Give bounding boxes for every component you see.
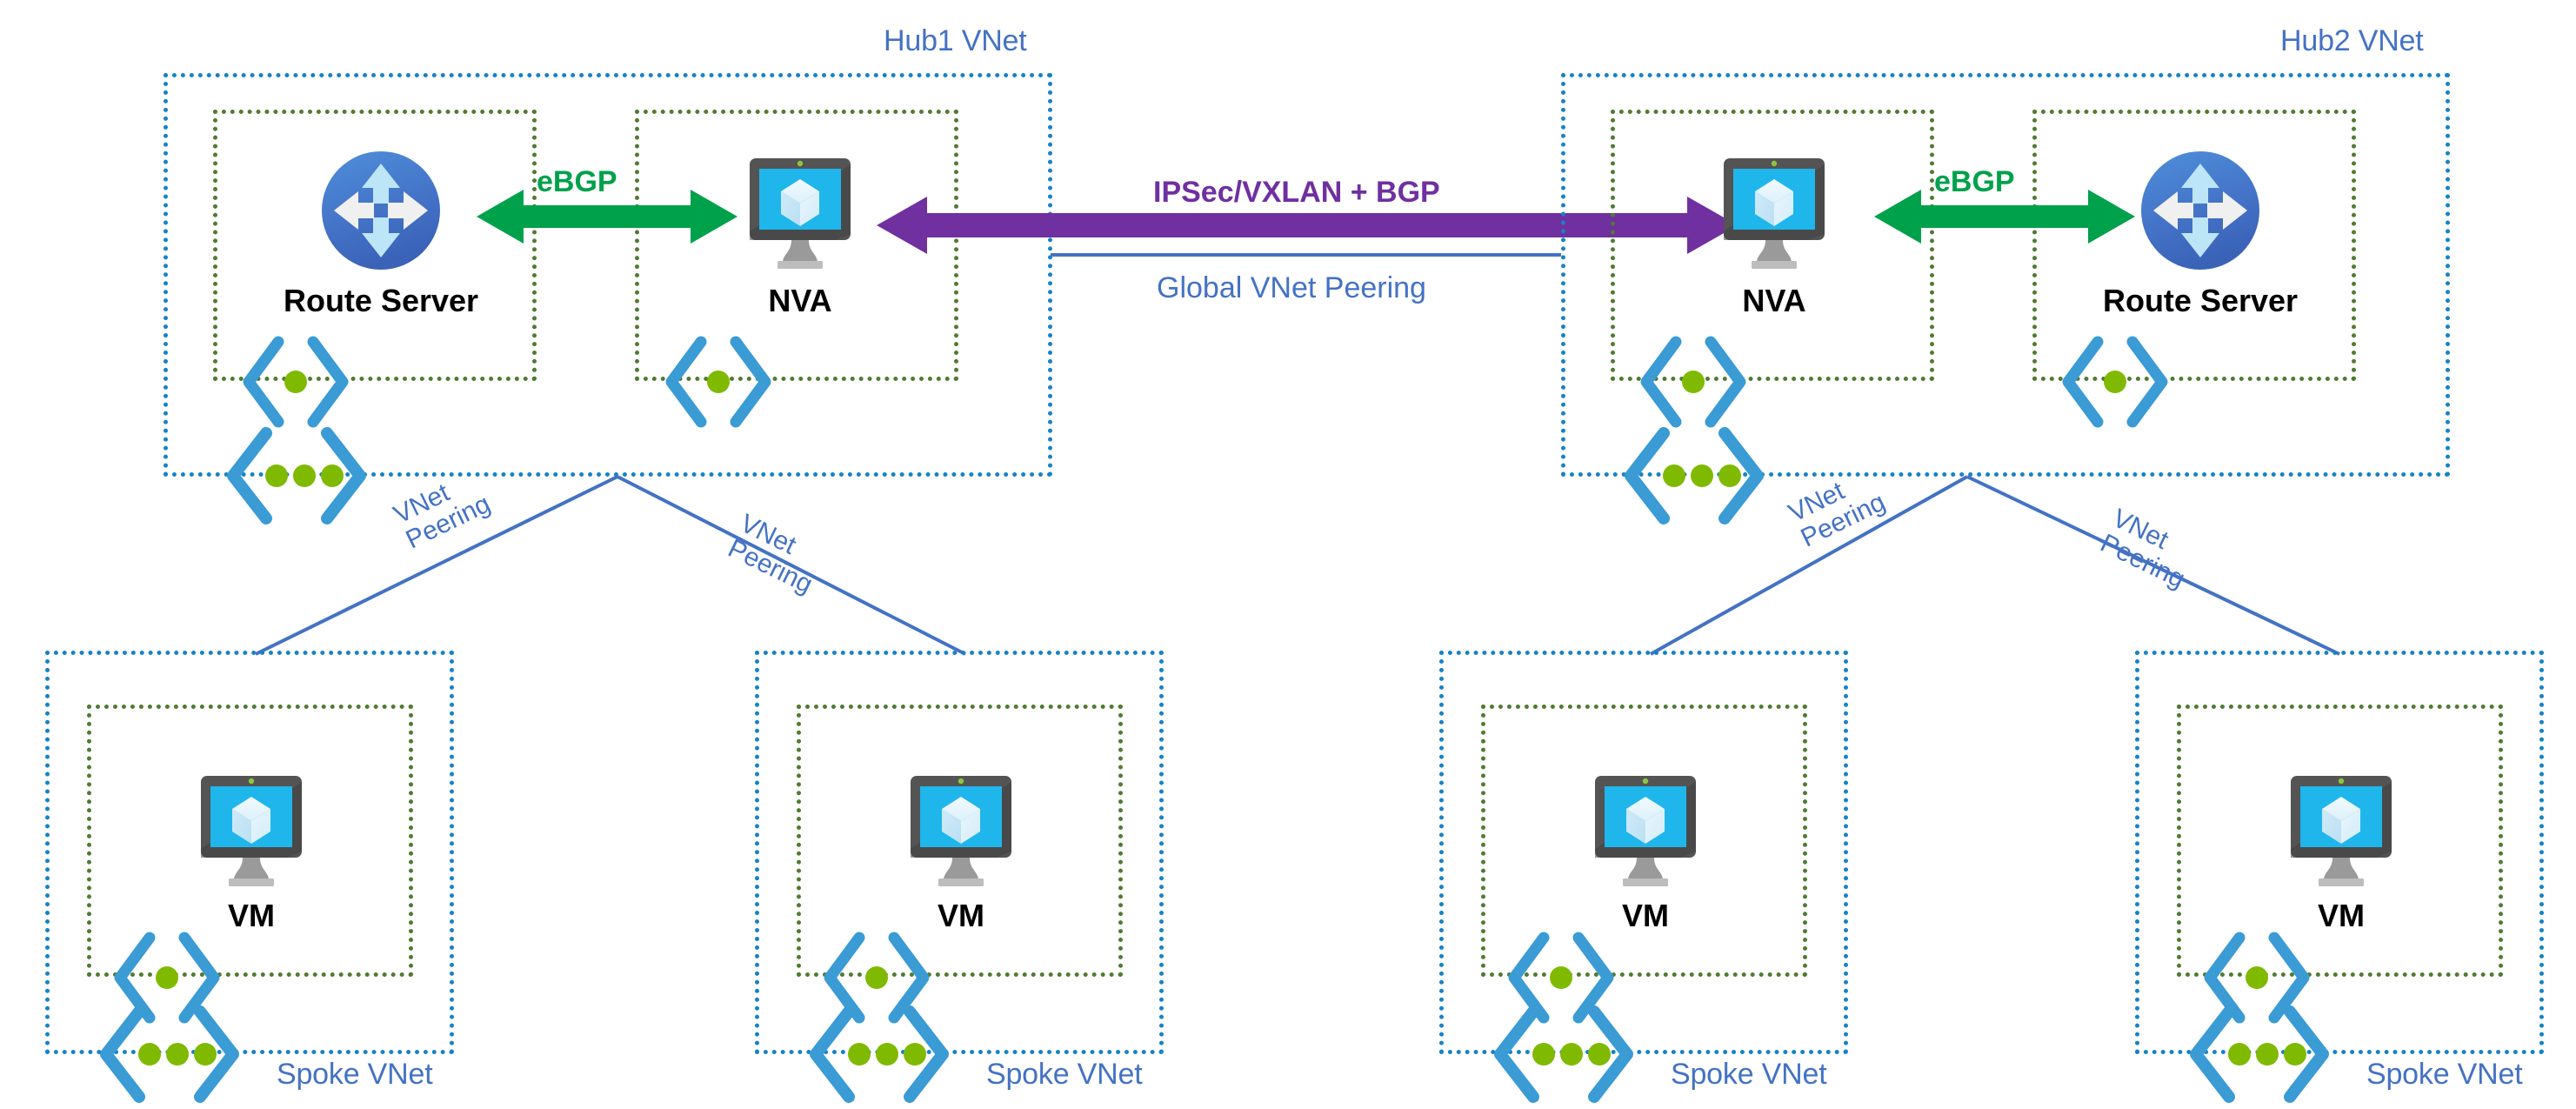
- subnet-chevron-icon: [1640, 336, 1746, 428]
- vm-monitor-icon: [911, 776, 1011, 886]
- hub2-route-server-label: Route Server: [2102, 283, 2299, 318]
- spoke1-vnet-label: Spoke VNet: [277, 1058, 433, 1091]
- spoke3-vnet-label: Spoke VNet: [1671, 1058, 1827, 1091]
- vm-monitor-icon: [1595, 776, 1696, 886]
- spoke1-vm-label: VM: [228, 898, 275, 933]
- vnet-chevron-icon: [810, 1005, 949, 1103]
- vm-monitor-icon: [201, 776, 302, 886]
- vm-monitor-icon: [1724, 158, 1825, 269]
- hub1-ebgp-label: eBGP: [537, 165, 617, 198]
- spoke4-vm-label: VM: [2318, 898, 2365, 933]
- vnet-peering-label-3: VNet Peering: [1785, 464, 1891, 554]
- hub2-ebgp-label: eBGP: [1934, 165, 2015, 198]
- vm-monitor-icon: [750, 158, 851, 269]
- vnet-peering-label-4: VNet Peering: [2096, 504, 2201, 595]
- vm-monitor-icon: [2291, 776, 2392, 886]
- ipsec-vxlan-bgp-label: IPSec/VXLAN + BGP: [1153, 176, 1440, 209]
- vnet-chevron-icon: [1494, 1005, 1633, 1103]
- spoke4-vnet-label: Spoke VNet: [2366, 1058, 2523, 1091]
- vnet-chevron-icon: [227, 427, 366, 524]
- vnet-chevron-icon: [2190, 1005, 2329, 1103]
- route-server-icon: [322, 151, 440, 270]
- hub2-vnet-label: Hub2 VNet: [2280, 24, 2424, 57]
- hub1-vnet-label: Hub1 VNet: [884, 24, 1027, 57]
- hub1-route-server-label: Route Server: [283, 283, 479, 318]
- spoke2-vnet-label: Spoke VNet: [986, 1058, 1143, 1091]
- hub1-nva-label: NVA: [768, 283, 832, 318]
- subnet-chevron-icon: [665, 336, 771, 428]
- route-server-icon: [2141, 151, 2259, 270]
- vnet-chevron-icon: [100, 1005, 239, 1103]
- hub2-nva-label: NVA: [1742, 283, 1806, 318]
- subnet-chevron-icon: [243, 336, 349, 428]
- spoke2-vm-label: VM: [938, 898, 984, 933]
- diagram-canvas: Hub1 VNet Route Server NVA eBGP IPSec/VX…: [0, 0, 2576, 1109]
- global-vnet-peering-label: Global VNet Peering: [1157, 271, 1426, 304]
- spoke3-vm-label: VM: [1622, 898, 1669, 933]
- vnet-chevron-icon: [1625, 427, 1764, 524]
- vnet-peering-label-1: VNet Peering: [390, 465, 496, 556]
- subnet-chevron-icon: [2062, 336, 2168, 428]
- vnet-peering-label-2: VNet Peering: [724, 509, 829, 600]
